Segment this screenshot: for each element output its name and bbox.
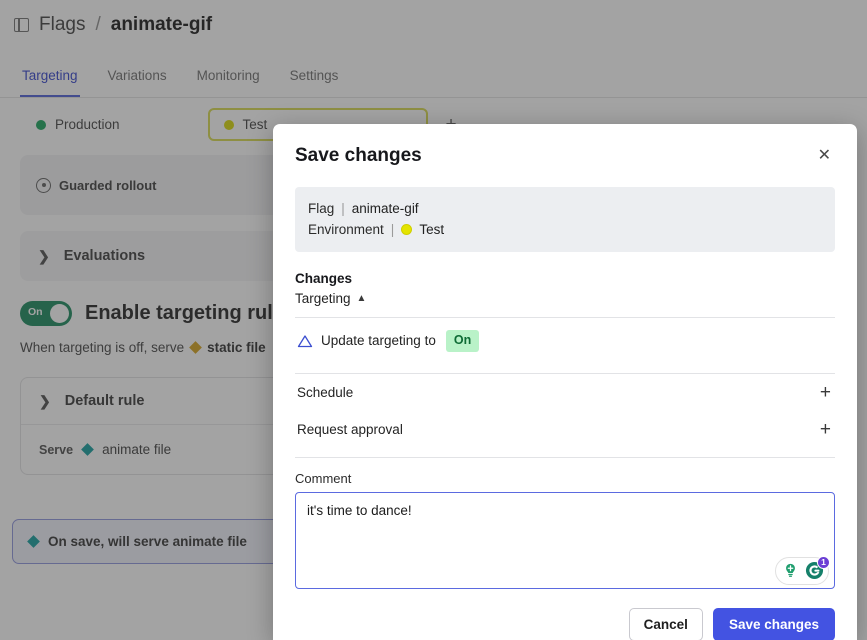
- grammarly-logo-icon[interactable]: 1: [803, 555, 830, 582]
- option-row-request-approval[interactable]: Request approval +: [295, 411, 835, 448]
- grammarly-widget: 1: [775, 555, 830, 585]
- option-row-schedule[interactable]: Schedule +: [295, 374, 835, 411]
- modal-title: Save changes: [295, 145, 422, 166]
- info-separator: |: [341, 201, 345, 216]
- environment-status-dot: [401, 224, 413, 236]
- changes-heading: Changes: [295, 271, 353, 287]
- comment-field-wrapper: 1: [295, 491, 835, 594]
- info-separator: |: [390, 221, 395, 237]
- cancel-button[interactable]: Cancel: [628, 607, 703, 640]
- close-icon[interactable]: ✕: [814, 145, 835, 167]
- grammarly-badge-count: 1: [817, 555, 830, 569]
- status-badge: On: [445, 330, 480, 352]
- app-root: Flags / animate-gif Targeting Variations…: [0, 0, 867, 640]
- environment-info-key: Environment: [308, 221, 384, 237]
- modal-header: Save changes ✕: [273, 124, 857, 167]
- targeting-group-label: Targeting: [295, 291, 351, 307]
- option-label: Request approval: [297, 421, 403, 437]
- lightbulb-icon[interactable]: [779, 560, 801, 582]
- divider: [295, 456, 835, 458]
- environment-info-value: Test: [419, 221, 445, 237]
- change-item-text: Update targeting to: [321, 333, 436, 349]
- modal-body: Flag | animate-gif Environment | Test Ch…: [273, 167, 857, 594]
- comment-input[interactable]: [295, 491, 835, 589]
- triangle-flag-icon: [297, 335, 313, 347]
- targeting-group-toggle[interactable]: Targeting ▲: [295, 291, 366, 306]
- modal-footer: Cancel Save changes: [273, 594, 857, 640]
- flag-info-line: Flag | animate-gif: [308, 199, 822, 220]
- flag-info-value: animate-gif: [351, 201, 419, 216]
- change-item-row: Update targeting to On: [295, 318, 835, 364]
- save-changes-button[interactable]: Save changes: [712, 607, 835, 640]
- comment-label: Comment: [295, 470, 352, 486]
- flag-info-box: Flag | animate-gif Environment | Test: [295, 187, 835, 253]
- plus-icon[interactable]: +: [820, 420, 833, 439]
- plus-icon[interactable]: +: [820, 383, 833, 402]
- environment-info-line: Environment | Test: [308, 220, 822, 241]
- option-label: Schedule: [297, 384, 354, 400]
- chevron-up-icon: ▲: [356, 292, 367, 304]
- flag-info-key: Flag: [308, 201, 335, 216]
- save-changes-modal: Save changes ✕ Flag | animate-gif Enviro…: [273, 124, 857, 640]
